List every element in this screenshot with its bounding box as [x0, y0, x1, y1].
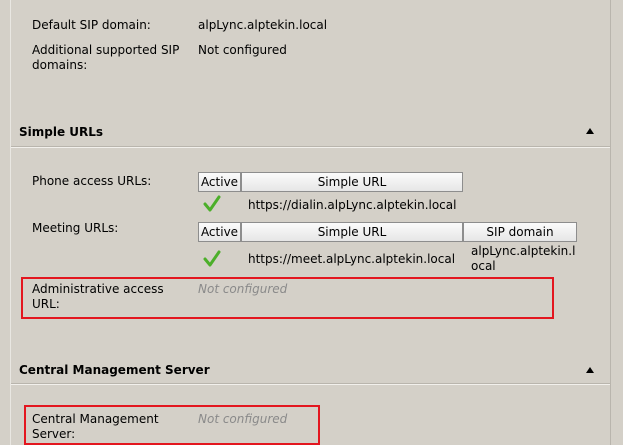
admin-access-url-value: Not configured	[198, 282, 288, 296]
green-checkmark-icon	[203, 250, 221, 267]
meeting-urls-label: Meeting URLs:	[32, 221, 119, 235]
section-title-central-management-server: Central Management Server	[19, 363, 210, 377]
default-sip-domain-value: alpLync.alptekin.local	[198, 18, 328, 32]
phone-access-urls-label: Phone access URLs:	[32, 174, 152, 188]
default-sip-domain-label: Default SIP domain:	[32, 18, 151, 32]
cms-label-line2: Server:	[32, 427, 76, 441]
admin-access-label-line1: Administrative access	[32, 282, 164, 296]
green-checkmark-icon	[203, 195, 221, 212]
meeting-col-header-active[interactable]: Active	[198, 222, 241, 242]
cms-value: Not configured	[198, 412, 288, 426]
cms-label: Central Management Server:	[32, 412, 159, 442]
section-divider-highlight	[11, 384, 610, 385]
additional-domains-label-line2: domains:	[32, 58, 88, 72]
collapse-up-arrow-icon[interactable]	[586, 367, 594, 373]
left-border	[10, 0, 11, 445]
right-border	[610, 0, 611, 445]
collapse-up-arrow-icon[interactable]	[586, 128, 594, 134]
cms-label-line1: Central Management	[32, 412, 159, 426]
phone-col-header-active[interactable]: Active	[198, 172, 241, 192]
additional-domains-value: Not configured	[198, 43, 287, 57]
meeting-sip-domain-line2: ocal	[471, 259, 496, 273]
meeting-col-header-sip-domain[interactable]: SIP domain	[463, 222, 577, 242]
section-divider-highlight	[11, 147, 610, 148]
meeting-col-header-simple-url[interactable]: Simple URL	[241, 222, 463, 242]
section-title-simple-urls: Simple URLs	[19, 125, 104, 139]
admin-access-label-line2: URL:	[32, 297, 60, 311]
meeting-sip-domain-value: alpLync.alptekin.l ocal	[471, 244, 575, 274]
additional-domains-label: Additional supported SIP domains:	[32, 43, 179, 73]
additional-domains-label-line1: Additional supported SIP	[32, 43, 180, 57]
meeting-sip-domain-line1: alpLync.alptekin.l	[471, 244, 576, 258]
phone-col-header-simple-url[interactable]: Simple URL	[241, 172, 463, 192]
meeting-url-value[interactable]: https://meet.alpLync.alptekin.local	[248, 252, 455, 267]
admin-access-url-label: Administrative access URL:	[32, 282, 164, 312]
phone-access-url-value[interactable]: https://dialin.alpLync.alptekin.local	[248, 198, 456, 213]
